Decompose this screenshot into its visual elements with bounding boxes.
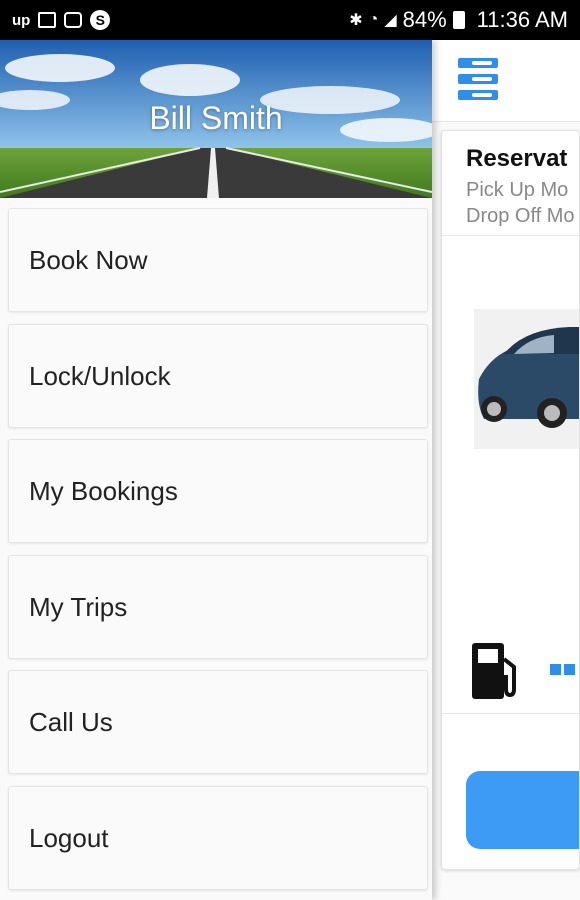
divider xyxy=(442,713,579,714)
user-name: Bill Smith xyxy=(149,100,283,136)
background-app-bar xyxy=(432,40,580,122)
fuel-pump-icon xyxy=(470,641,524,701)
menu-item-label: Logout xyxy=(29,822,109,853)
wifi-icon: ◔ xyxy=(368,11,379,28)
image-icon xyxy=(38,12,57,28)
menu-item-label: Book Now xyxy=(29,244,148,275)
car-image xyxy=(474,309,579,449)
divider xyxy=(442,235,579,236)
skype-icon: S xyxy=(90,10,111,30)
hamburger-icon[interactable] xyxy=(458,58,498,102)
menu-item-my-bookings[interactable]: My Bookings xyxy=(8,439,428,543)
menu-item-label: My Bookings xyxy=(29,475,178,506)
menu-item-label: Lock/Unlock xyxy=(29,360,171,391)
up-icon: up xyxy=(12,11,31,29)
bluetooth-icon: ✱ xyxy=(349,12,363,29)
menu-item-book-now[interactable]: Book Now xyxy=(8,208,428,312)
navigation-drawer: Bill Smith Book Now Lock/Unlock My Booki… xyxy=(0,40,432,900)
status-left-icons: up S xyxy=(12,10,111,30)
menu-item-my-trips[interactable]: My Trips xyxy=(8,555,428,659)
menu-item-label: Call Us xyxy=(29,706,113,737)
drawer-header: Bill Smith xyxy=(0,40,432,198)
card-action-button[interactable] xyxy=(466,771,579,849)
status-bar: up S ✱ ◔ ◢ 84% 11:36 AM xyxy=(0,0,580,40)
status-right-icons: ✱ ◔ ◢ 84% 11:36 AM xyxy=(349,7,568,33)
signal-icon: ◢ xyxy=(384,12,397,29)
menu-item-label: My Trips xyxy=(29,591,128,622)
camera-icon xyxy=(64,12,83,28)
dropoff-label: Drop Off Mo xyxy=(466,205,575,227)
reservation-card[interactable]: Reservat Pick Up Mo Drop Off Mo xyxy=(441,130,580,870)
clock: 11:36 AM xyxy=(476,7,568,32)
menu-item-call-us[interactable]: Call Us xyxy=(8,670,428,774)
fuel-level-indicator xyxy=(550,664,575,675)
battery-icon xyxy=(452,11,465,29)
menu-item-lock-unlock[interactable]: Lock/Unlock xyxy=(8,324,428,428)
pickup-label: Pick Up Mo xyxy=(466,179,569,201)
reservation-title: Reservat xyxy=(466,145,568,172)
battery-percent: 84% xyxy=(402,7,447,32)
menu-item-logout[interactable]: Logout xyxy=(8,786,428,890)
